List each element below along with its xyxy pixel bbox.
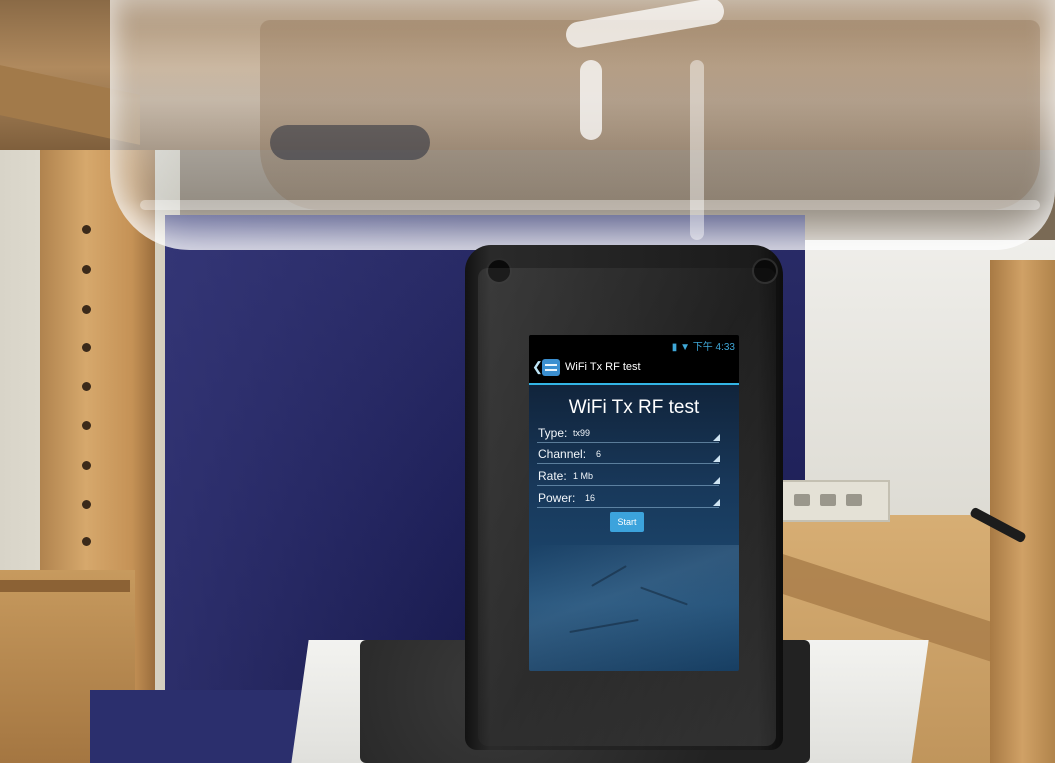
page-title: WiFi Tx RF test [568,397,700,418]
start-button[interactable]: Start [610,512,644,532]
status-bar: ▮ ▼ 下午 4:33 [529,335,739,353]
status-time: 下午 4:33 [692,342,735,353]
spinner-arrow-icon [713,455,720,462]
channel-label: Channel: [538,447,587,461]
battery-icon: ▮ [671,342,678,353]
wifi-icon: ▼ [680,342,690,353]
type-label: Type: [538,426,568,440]
water-container [110,0,1055,250]
power-value: 16 [585,493,596,503]
wall-outlet [778,480,890,522]
actionbar-title: WiFi Tx RF test [565,361,641,373]
right-post [990,260,1055,763]
spinner-arrow-icon [713,434,720,441]
channel-value: 6 [596,449,602,459]
type-value: tx99 [573,428,591,438]
type-spinner[interactable]: Type: tx99 [537,424,720,443]
rate-spinner[interactable]: Rate: 1 Mb [537,467,720,486]
photo-scene: ▮ ▼ 下午 4:33 ❮ WiFi Tx RF test WiFi Tx RF… [0,0,1055,763]
app-icon[interactable] [542,359,560,376]
rate-value: 1 Mb [573,471,594,481]
rate-label: Rate: [538,469,567,483]
spinner-arrow-icon [713,499,720,506]
power-label: Power: [538,491,576,505]
spinner-arrow-icon [713,477,720,484]
channel-spinner[interactable]: Channel: 6 [537,445,720,464]
pillar-holes [82,225,96,546]
power-spinner[interactable]: Power: 16 [537,489,720,508]
phone-screen: ▮ ▼ 下午 4:33 ❮ WiFi Tx RF test WiFi Tx RF… [529,335,739,671]
